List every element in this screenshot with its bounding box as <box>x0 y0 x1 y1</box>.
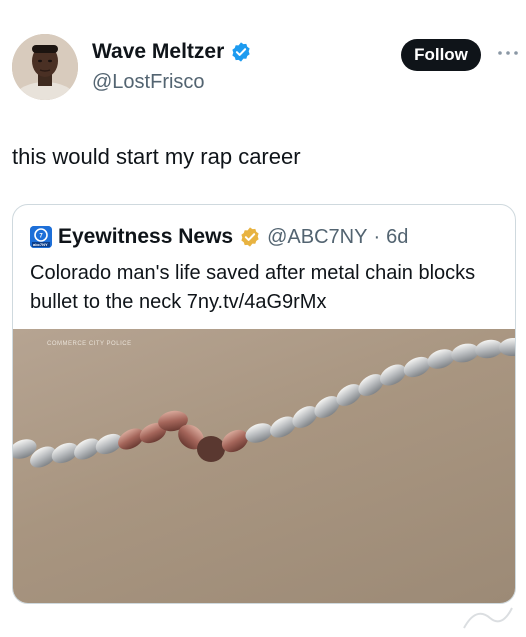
more-horizontal-icon[interactable] <box>497 46 519 60</box>
quoted-media-image[interactable]: COMMERCE CITY POLICE <box>13 329 515 603</box>
tweet-text: this would start my rap career <box>12 144 301 169</box>
quoted-handle[interactable]: @ABC7NY <box>267 226 367 249</box>
quoted-time[interactable]: 6d <box>386 226 408 249</box>
profile-photo-icon <box>12 34 78 100</box>
follow-button[interactable]: Follow <box>401 39 481 71</box>
time-separator: · <box>373 225 381 248</box>
quoted-tweet-header: 7 abc7NY Eyewitness News @ABC7NY · 6d <box>30 225 408 249</box>
chain-photo-icon <box>13 337 515 468</box>
verified-badge-icon <box>232 42 250 62</box>
avatar[interactable] <box>12 34 78 100</box>
watermark-logo-icon <box>463 607 513 629</box>
author-display-name[interactable]: Wave Meltzer <box>92 40 224 64</box>
quoted-tweet-text: Colorado man's life saved after metal ch… <box>30 262 476 313</box>
quoted-display-name[interactable]: Eyewitness News <box>58 225 233 249</box>
author-handle[interactable]: @LostFrisco <box>92 71 205 94</box>
gold-verified-badge-icon <box>241 227 259 247</box>
logo-text: abc7NY <box>33 242 48 247</box>
quoted-tweet-card[interactable]: 7 abc7NY Eyewitness News @ABC7NY · 6d Co… <box>12 204 516 604</box>
abc7ny-logo-icon[interactable]: 7 abc7NY <box>30 226 52 248</box>
author-name-row[interactable]: Wave Meltzer <box>92 40 252 64</box>
